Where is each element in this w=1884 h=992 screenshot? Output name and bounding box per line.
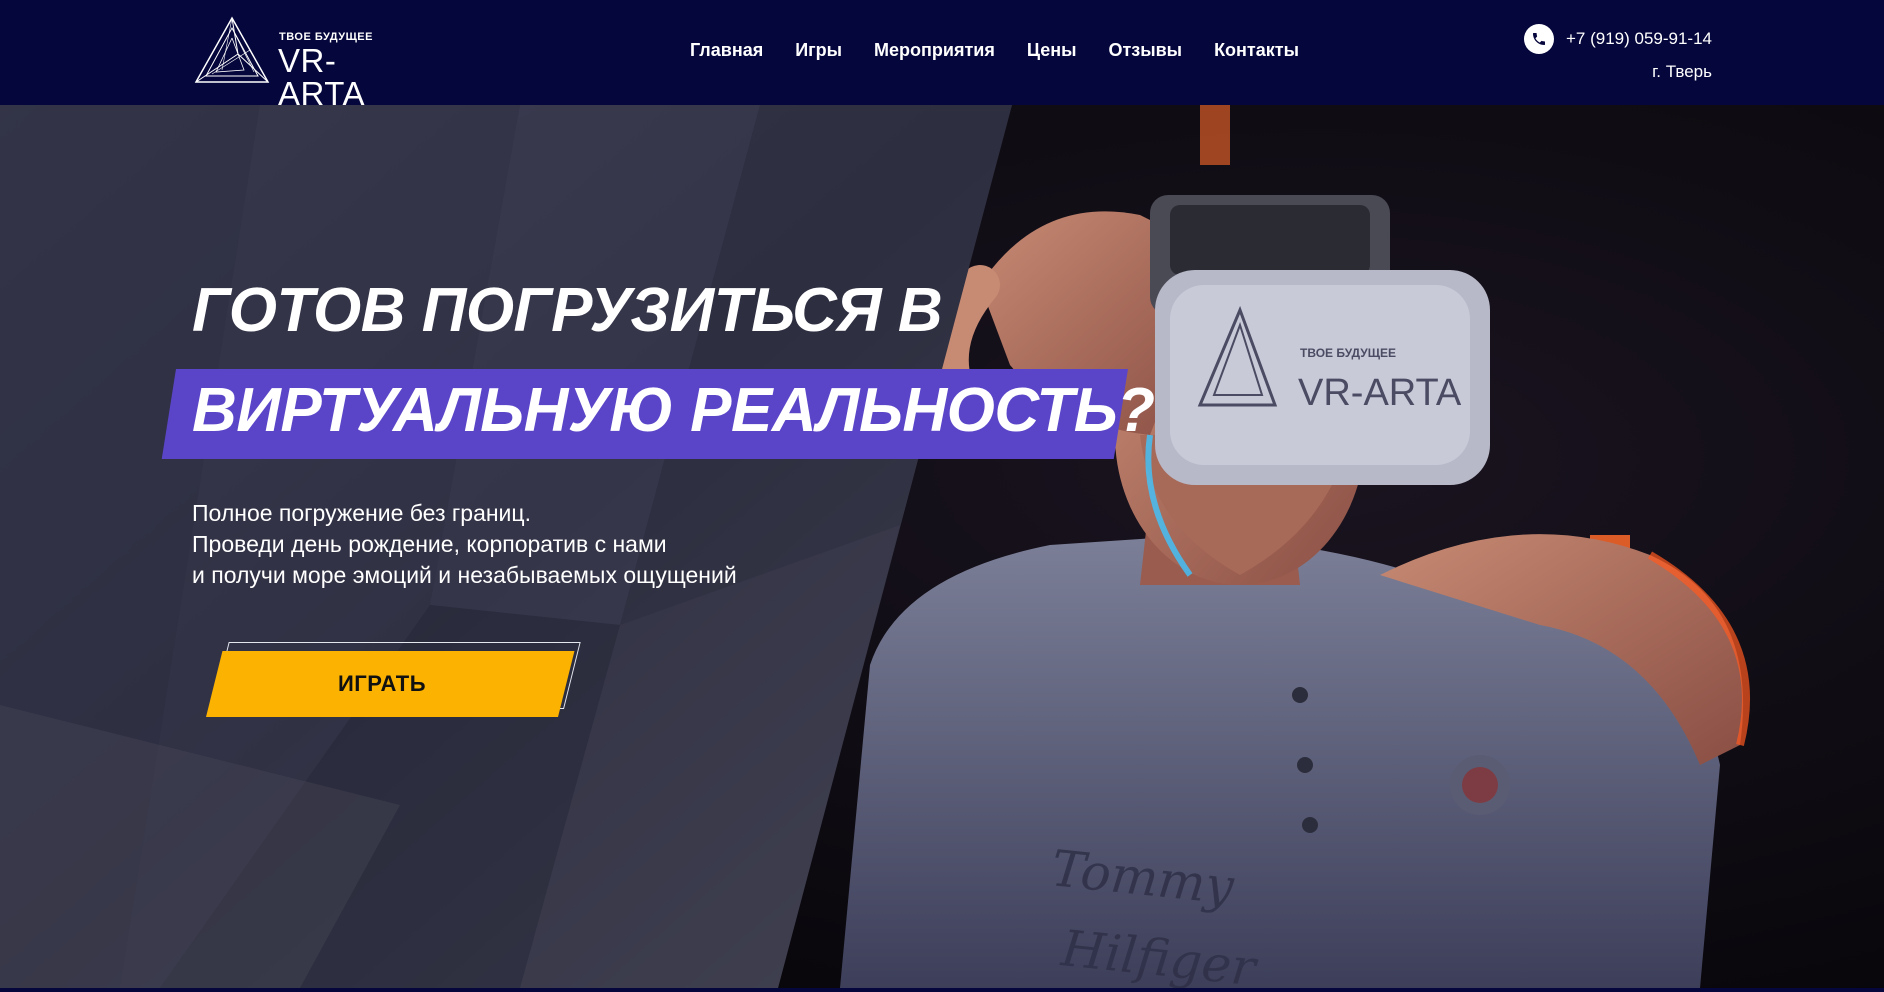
nav-link-reviews[interactable]: Отзывы (1108, 40, 1182, 61)
header-contacts: +7 (919) 059-91-14 г. Тверь (1523, 24, 1712, 82)
hero-section: ТВОЕ БУДУЩЕЕ VR-ARTA Tommy Hilfiger ГОТО… (0, 105, 1884, 988)
nav-link-prices[interactable]: Цены (1027, 40, 1077, 61)
logo[interactable]: ТВОЕ БУДУЩЕЕ VR-ARTA (192, 14, 422, 110)
hero-subtitle-line: и получи море эмоций и незабываемых ощущ… (192, 562, 737, 588)
main-nav: Главная Игры Мероприятия Цены Отзывы Кон… (690, 40, 1299, 61)
nav-link-contacts[interactable]: Контакты (1214, 40, 1299, 61)
play-button[interactable] (206, 651, 575, 717)
site-header: ТВОЕ БУДУЩЕЕ VR-ARTA Главная Игры Меропр… (0, 0, 1884, 110)
phone-number[interactable]: +7 (919) 059-91-14 (1566, 29, 1712, 49)
triangle-logo-icon (194, 16, 270, 83)
hero-subtitle-line: Проведи день рождение, корпоратив с нами (192, 531, 667, 557)
visor-tagline: ТВОЕ БУДУЩЕЕ (1300, 346, 1396, 360)
logo-brand: VR-ARTA (278, 42, 365, 112)
bottom-border (0, 988, 1884, 992)
phone-row[interactable]: +7 (919) 059-91-14 (1523, 24, 1712, 54)
hero-headline-line1: ГОТОВ ПОГРУЗИТЬСЯ В (192, 276, 943, 345)
hero-headline-line2: ВИРТУАЛЬНУЮ РЕАЛЬНОСТЬ? (192, 376, 1155, 445)
phone-icon (1523, 24, 1554, 54)
city-label: г. Тверь (1652, 62, 1712, 81)
hero-subtitle: Полное погружение без границ. Проведи де… (192, 498, 737, 591)
hero-subtitle-line: Полное погружение без границ. (192, 500, 531, 526)
visor-brand: VR-ARTA (1298, 372, 1462, 414)
nav-link-home[interactable]: Главная (690, 40, 763, 61)
nav-link-events[interactable]: Мероприятия (874, 40, 995, 61)
nav-link-games[interactable]: Игры (795, 40, 842, 61)
